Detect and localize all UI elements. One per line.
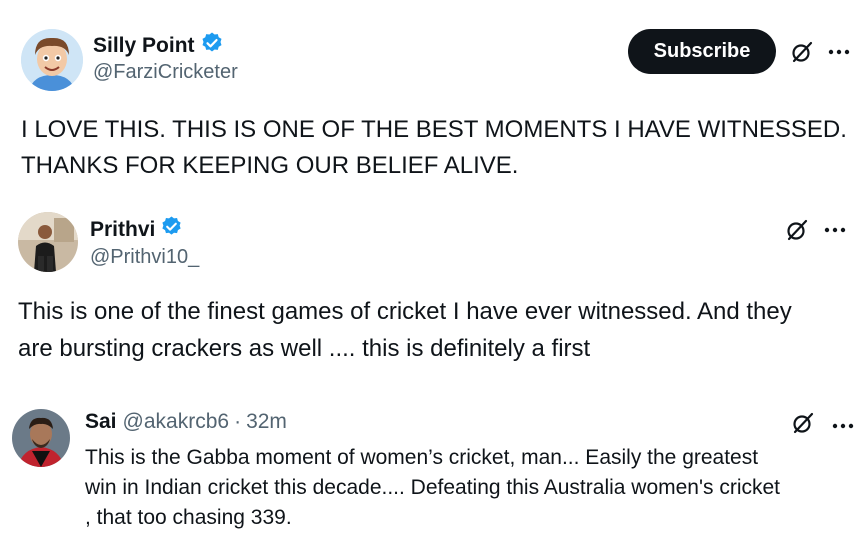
author-handle[interactable]: @Prithvi10_ (90, 246, 199, 269)
more-icon[interactable] (828, 44, 850, 66)
more-icon[interactable] (824, 222, 846, 244)
grok-icon[interactable] (791, 41, 813, 63)
author-handle[interactable]: @akakrcb6 (123, 410, 230, 434)
grok-icon[interactable] (786, 219, 808, 241)
author-name[interactable]: Prithvi (90, 218, 155, 242)
tweet-text: I LOVE THIS. THIS IS ONE OF THE BEST MOM… (21, 116, 847, 179)
tweet: Prithvi @Prithvi10_ This is one of the f… (0, 200, 864, 388)
verified-badge-icon (200, 31, 224, 61)
verified-badge-icon (160, 215, 183, 244)
author-name[interactable]: Sai (85, 410, 117, 434)
grok-icon[interactable] (792, 412, 814, 434)
tweet-text: This is one of the finest games of crick… (18, 298, 792, 362)
avatar[interactable] (18, 212, 78, 272)
author-name-row[interactable]: Silly Point (93, 31, 224, 61)
subscribe-button[interactable]: Subscribe (628, 29, 776, 74)
author-name[interactable]: Silly Point (93, 34, 195, 58)
more-icon[interactable] (832, 418, 854, 440)
author-name-row[interactable]: Prithvi (90, 215, 183, 244)
tweet-text: This is the Gabba moment of women’s cric… (85, 446, 780, 529)
separator-dot: · (234, 410, 242, 433)
avatar[interactable] (21, 29, 83, 91)
tweet: Sai @akakrcb6 · 32m This is the Gabba mo… (0, 388, 864, 540)
timestamp[interactable]: 32m (246, 410, 287, 434)
author-line: Sai @akakrcb6 · 32m (85, 410, 287, 434)
author-handle[interactable]: @FarziCricketer (93, 61, 238, 84)
avatar[interactable] (12, 409, 70, 467)
tweet: Silly Point @FarziCricketer Subscribe I … (0, 0, 864, 200)
